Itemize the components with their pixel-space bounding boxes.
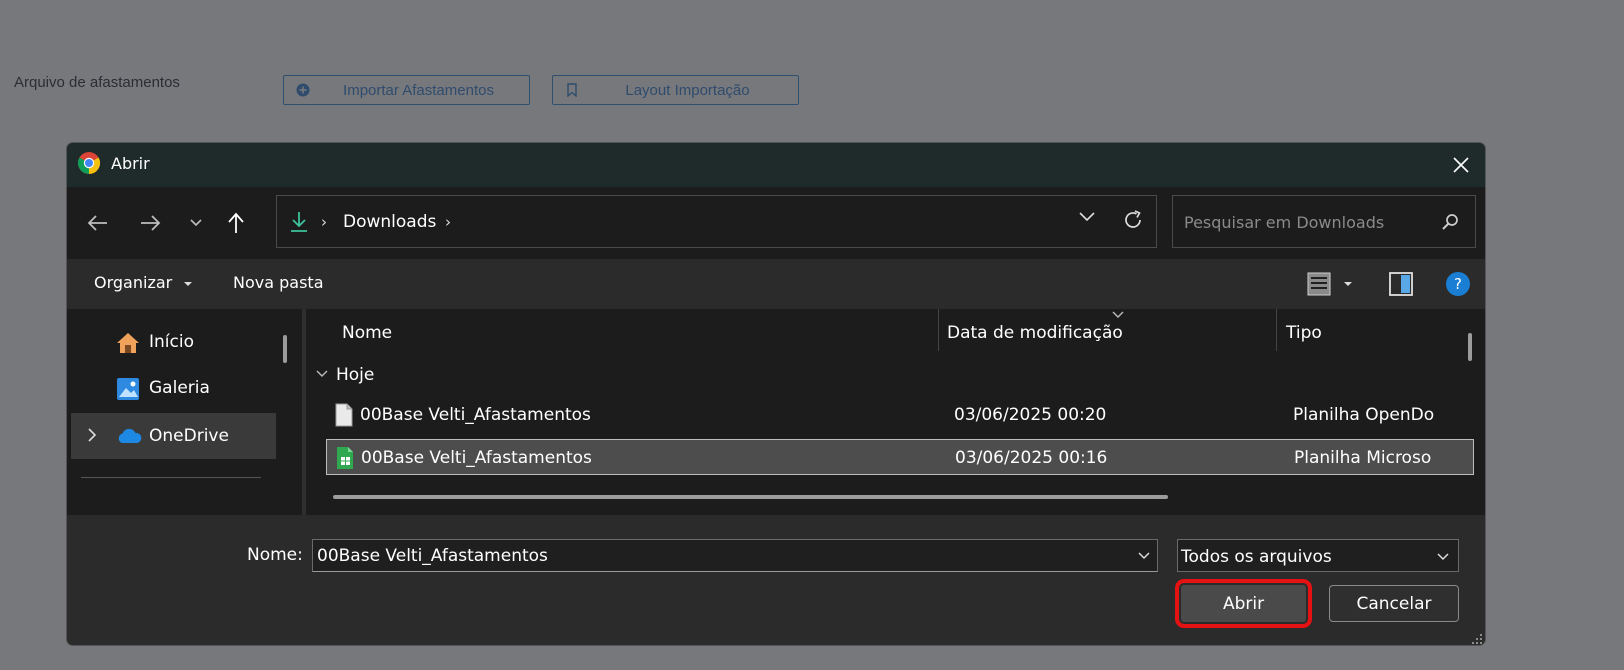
column-header-nome[interactable]: Nome [342, 323, 392, 343]
onedrive-icon [118, 428, 142, 443]
group-header-hoje[interactable]: Hoje [336, 365, 374, 385]
search-box[interactable]: Pesquisar em Downloads [1172, 195, 1476, 248]
bookmark-icon [567, 83, 577, 97]
organize-menu[interactable]: Organizar [94, 273, 193, 292]
sort-chevron-icon [1112, 311, 1124, 318]
arrow-left-icon [87, 215, 107, 231]
column-header-data[interactable]: Data de modificação [947, 323, 1123, 343]
file-type-select[interactable]: Todos os arquivos [1177, 539, 1459, 572]
layout-importacao-label: Layout Importação [625, 81, 750, 99]
file-name-input[interactable] [312, 539, 1158, 572]
breadcrumb-downloads[interactable]: Downloads [343, 212, 436, 232]
address-bar[interactable]: › Downloads › [276, 195, 1157, 248]
up-button[interactable] [223, 209, 249, 237]
layout-importacao-button[interactable]: Layout Importação [552, 75, 799, 105]
file-type-value: Todos os arquivos [1181, 547, 1332, 567]
download-icon [291, 212, 307, 232]
close-button[interactable] [1437, 143, 1485, 187]
arrow-right-icon [141, 215, 161, 231]
dialog-titlebar[interactable]: Abrir [67, 143, 1485, 187]
resize-grip-icon[interactable] [1471, 633, 1483, 645]
file-date: 03/06/2025 00:16 [955, 448, 1108, 468]
file-row-selected[interactable]: 00Base Velti_Afastamentos 03/06/2025 00:… [326, 439, 1474, 475]
forward-button[interactable] [137, 209, 163, 237]
plus-circle-icon [296, 83, 310, 97]
file-type: Planilha OpenDo [1293, 405, 1435, 425]
file-name: 00Base Velti_Afastamentos [361, 448, 592, 468]
preview-pane-button[interactable] [1388, 271, 1414, 301]
file-name-history-chevron-icon[interactable] [1137, 551, 1151, 561]
xlsx-file-icon [337, 447, 353, 469]
change-view-button[interactable] [1307, 272, 1359, 300]
nav-item-label: Galeria [149, 378, 210, 398]
breadcrumb-chevron-icon: › [321, 213, 327, 231]
open-file-dialog: Abrir › Downloads › Pesquisar em Downloa… [66, 142, 1486, 646]
dialog-footer: Nome: Todos os arquivos Abrir Cancelar [67, 515, 1485, 645]
chevron-right-icon[interactable] [87, 427, 97, 443]
column-divider[interactable] [938, 309, 939, 351]
organize-label: Organizar [94, 273, 173, 292]
file-name: 00Base Velti_Afastamentos [360, 405, 591, 425]
file-type: Planilha Microso [1294, 448, 1432, 468]
gallery-icon [117, 378, 139, 400]
search-icon [1442, 214, 1458, 230]
import-afastamentos-button[interactable]: Importar Afastamentos [283, 75, 530, 105]
home-icon [117, 333, 139, 353]
file-list: Nome Data de modificação Tipo Hoje 00Bas… [306, 309, 1485, 515]
breadcrumb-chevron-icon[interactable]: › [445, 213, 451, 231]
help-icon: ? [1446, 272, 1470, 296]
dialog-title: Abrir [111, 154, 150, 173]
column-divider[interactable] [1276, 309, 1277, 351]
details-view-icon [1307, 272, 1352, 296]
refresh-icon[interactable] [1122, 209, 1144, 231]
file-date: 03/06/2025 00:20 [954, 405, 1107, 425]
file-name-label: Nome: [247, 545, 303, 565]
navigation-pane: Início Galeria OneDrive [67, 309, 303, 515]
group-collapse-chevron-icon[interactable] [316, 369, 328, 379]
preview-pane-icon [1389, 272, 1413, 296]
nav-pane-scrollbar[interactable] [283, 335, 287, 363]
search-input[interactable]: Pesquisar em Downloads [1184, 213, 1384, 232]
svg-text:?: ? [1454, 275, 1462, 293]
chevron-down-icon [1437, 553, 1449, 561]
recent-locations-button[interactable] [183, 209, 209, 237]
nav-item-onedrive[interactable]: OneDrive [71, 413, 276, 459]
new-folder-button[interactable]: Nova pasta [233, 273, 324, 292]
close-icon [1453, 157, 1469, 173]
file-list-horizontal-scrollbar[interactable] [333, 495, 1168, 499]
command-bar: Organizar Nova pasta ? [67, 259, 1485, 309]
nav-item-label: OneDrive [149, 426, 229, 446]
chrome-icon [77, 152, 101, 174]
help-button[interactable]: ? [1445, 271, 1471, 301]
ods-file-icon [335, 403, 353, 427]
nav-separator [81, 477, 261, 478]
cancel-button[interactable]: Cancelar [1329, 585, 1459, 622]
import-afastamentos-label: Importar Afastamentos [343, 81, 494, 99]
back-button[interactable] [85, 209, 111, 237]
address-history-chevron-icon[interactable] [1078, 211, 1096, 223]
column-header-tipo[interactable]: Tipo [1286, 323, 1322, 343]
caret-down-icon [184, 281, 193, 286]
open-button[interactable]: Abrir [1175, 579, 1312, 628]
nav-item-label: Início [149, 332, 194, 352]
afastamentos-field-label: Arquivo de afastamentos [14, 74, 180, 91]
chevron-down-icon [190, 219, 202, 227]
file-row[interactable]: 00Base Velti_Afastamentos 03/06/2025 00:… [326, 397, 1474, 433]
file-list-vertical-scrollbar[interactable] [1468, 333, 1472, 361]
nav-item-inicio[interactable]: Início [71, 319, 276, 365]
nav-item-galeria[interactable]: Galeria [71, 365, 276, 411]
arrow-up-icon [228, 212, 244, 233]
